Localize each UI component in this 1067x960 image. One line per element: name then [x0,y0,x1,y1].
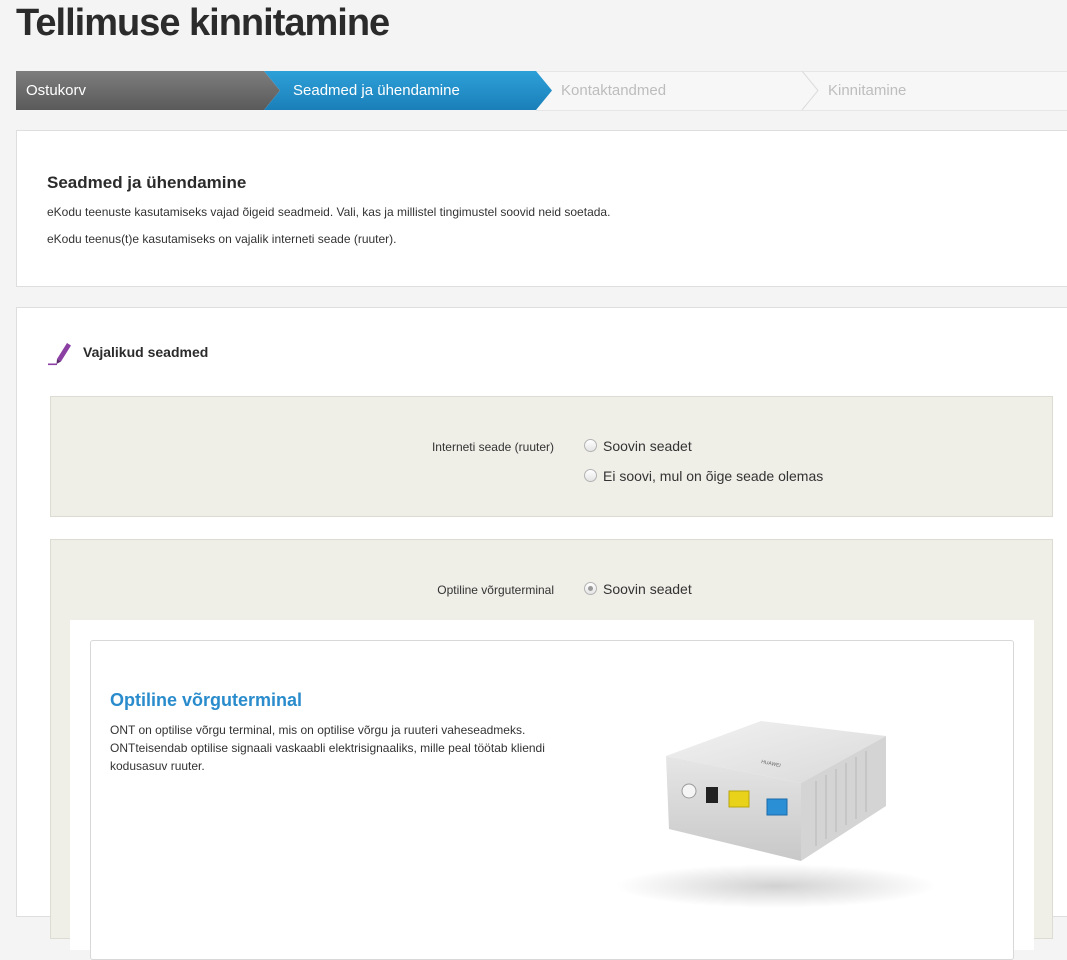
radio-label: Soovin seadet [603,581,692,597]
ont-label: Optiline võrguterminal [437,583,554,597]
radio-label: Soovin seadet [603,438,692,454]
router-option-want[interactable]: Soovin seadet [584,438,692,454]
section-title: Vajalikud seadmed [83,344,209,360]
devices-panel: Vajalikud seadmed Interneti seade (ruute… [16,307,1067,960]
ont-detail-area: Optiline võrguterminal ONT on optilise v… [70,620,1034,960]
step-confirm: Kinnitamine [828,82,907,99]
ont-option-want[interactable]: Soovin seadet [584,581,692,597]
router-option-own[interactable]: Ei soovi, mul on õige seade olemas [584,468,823,484]
ont-card-description: ONT on optilise võrgu terminal, mis on o… [110,723,545,773]
ont-device-image: HUAWEI [616,721,936,908]
intro-note: eKodu teenus(t)e kasutamiseks on vajalik… [47,232,397,246]
radio-button[interactable] [584,582,597,595]
radio-button[interactable] [584,469,597,482]
ont-option-box: Optiline võrguterminal Soovin seadet Opt… [50,539,1053,960]
step-cart[interactable]: Ostukorv [16,71,286,110]
page-title: Tellimuse kinnitamine [16,2,390,44]
step-devices[interactable]: Seadmed ja ühendamine [264,71,552,110]
router-label: Interneti seade (ruuter) [431,440,554,454]
intro-text: eKodu teenuste kasutamiseks vajad õigeid… [47,205,611,219]
radio-label: Ei soovi, mul on õige seade olemas [603,468,824,484]
intro-heading: Seadmed ja ühendamine [47,173,247,192]
intro-panel: Seadmed ja ühendamine eKodu teenuste kas… [16,130,1067,287]
router-option-box: Interneti seade (ruuter) Soovin seadet E… [50,396,1053,517]
pen-icon [48,343,71,366]
ont-info-card: Optiline võrguterminal ONT on optilise v… [90,640,1014,960]
ont-card-title: Optiline võrguterminal [110,690,303,710]
checkout-stepper: Ostukorv Seadmed ja ühendamine Kontaktan… [16,71,1067,111]
step-contact: Kontaktandmed [561,82,667,99]
radio-button[interactable] [584,439,597,452]
